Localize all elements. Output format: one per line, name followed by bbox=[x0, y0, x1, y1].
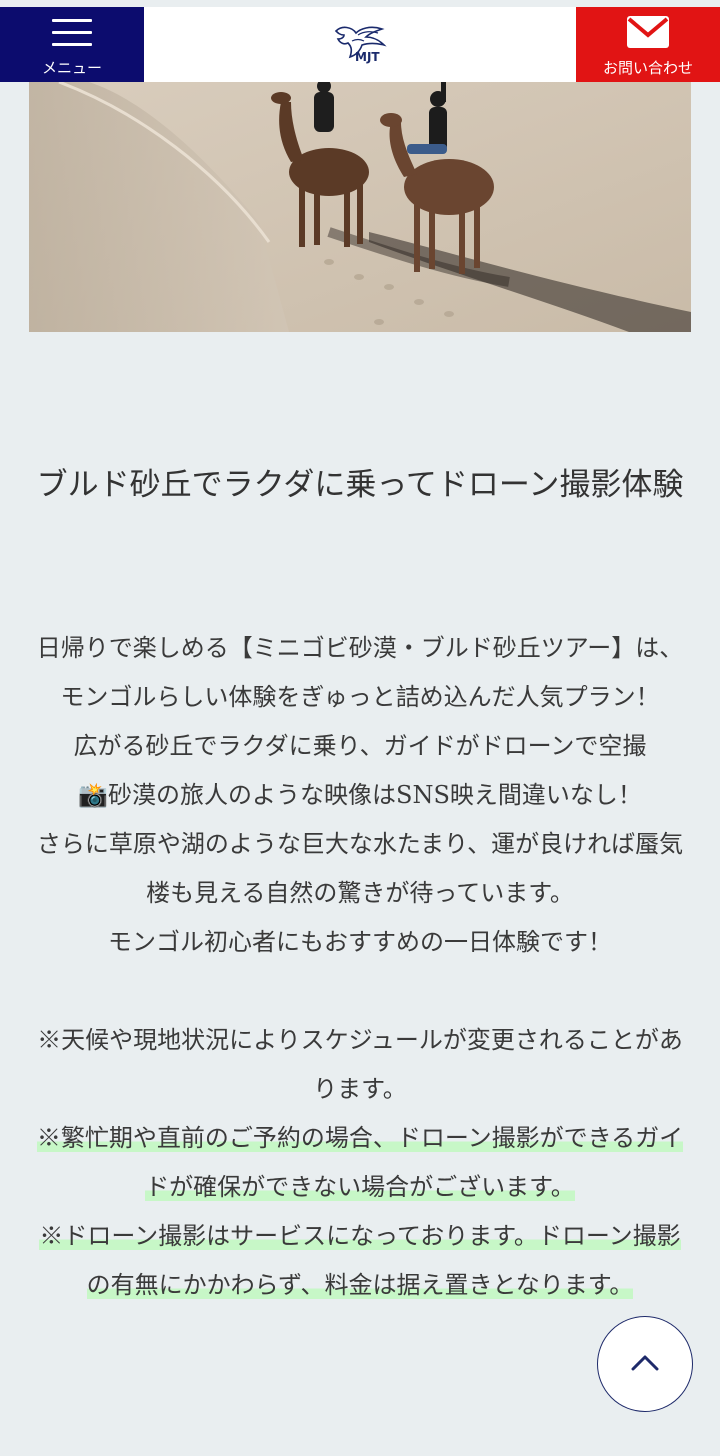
intro-line-5: モンゴル初心者にもおすすめの一日体験です！ bbox=[108, 928, 612, 956]
intro-line-4: さらに草原や湖のような巨大な水たまり、運が良ければ蜃気楼も見える自然の驚きが待っ… bbox=[36, 830, 684, 907]
menu-label: メニュー bbox=[41, 59, 102, 77]
site-header: メニュー MJT お問い合わせ bbox=[0, 7, 720, 82]
intro-line-3-text: 砂漠の旅人のような映像はSNS映え間違いなし！ bbox=[108, 781, 642, 809]
article-title: ブルド砂丘でラクダに乗ってドローン撮影体験 bbox=[36, 467, 684, 503]
page: メニュー MJT お問い合わせ ブルド砂丘でラクダに乗ってドローン撮影体験 日帰… bbox=[0, 0, 720, 1456]
note-2-highlight: ※繁忙期や直前のご予約の場合、ドローン撮影ができるガイドが確保ができない場合がご… bbox=[36, 1124, 684, 1201]
intro-line-2: 広がる砂丘でラクダに乗り、ガイドがドローンで空撮 bbox=[73, 732, 647, 760]
back-to-top-button[interactable] bbox=[597, 1316, 693, 1412]
chevron-up-icon bbox=[631, 1355, 659, 1371]
camels-dune-photo bbox=[29, 82, 691, 332]
hamburger-icon bbox=[52, 17, 92, 47]
intro-line-1: 日帰りで楽しめる【ミニゴビ砂漠・ブルド砂丘ツアー】は、モンゴルらしい体験をぎゅっ… bbox=[36, 634, 684, 711]
envelope-icon bbox=[627, 16, 669, 48]
contact-button[interactable]: お問い合わせ bbox=[576, 7, 720, 82]
note-3: ※ドローン撮影はサービスになっております。ドローン撮影の有無にかかわらず、料金は… bbox=[28, 1212, 692, 1310]
note-1: ※天候や現地状況によりスケジュールが変更されることがあります。 bbox=[37, 1026, 683, 1103]
article-body: 日帰りで楽しめる【ミニゴビ砂漠・ブルド砂丘ツアー】は、モンゴルらしい体験をぎゅっ… bbox=[28, 624, 692, 1310]
contact-label: お問い合わせ bbox=[602, 59, 693, 77]
note-2: ※繁忙期や直前のご予約の場合、ドローン撮影ができるガイドが確保ができない場合がご… bbox=[28, 1114, 692, 1212]
intro-line-3: 📸砂漠の旅人のような映像はSNS映え間違いなし！ bbox=[28, 771, 692, 820]
logo-text: MJT bbox=[355, 50, 380, 64]
hero-image bbox=[29, 82, 691, 332]
note-3-highlight: ※ドローン撮影はサービスになっております。ドローン撮影の有無にかかわらず、料金は… bbox=[39, 1222, 681, 1299]
camera-icon: 📸 bbox=[78, 781, 108, 809]
menu-button[interactable]: メニュー bbox=[0, 7, 144, 82]
